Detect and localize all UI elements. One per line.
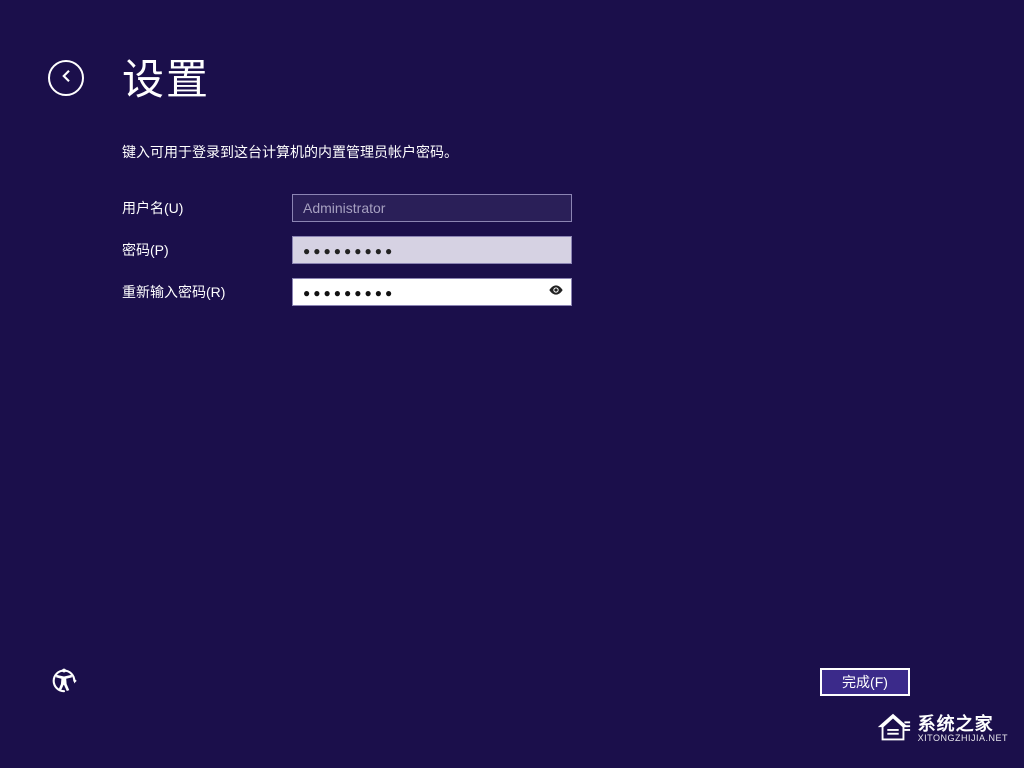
watermark: 系统之家 XITONGZHIJIA.NET	[874, 710, 1008, 748]
watermark-house-icon	[874, 710, 912, 748]
eye-icon	[548, 282, 564, 303]
settings-form: 用户名(U) 密码(P) 重新输入密码(R)	[122, 180, 722, 306]
confirm-password-label: 重新输入密码(R)	[122, 282, 292, 302]
confirm-password-input[interactable]	[292, 278, 572, 306]
watermark-main: 系统之家	[918, 715, 1008, 734]
confirm-password-row: 重新输入密码(R)	[122, 278, 722, 306]
watermark-text: 系统之家 XITONGZHIJIA.NET	[918, 715, 1008, 743]
ease-of-access-icon	[50, 666, 78, 699]
back-button[interactable]	[48, 60, 84, 96]
page-title: 设置	[122, 46, 210, 107]
password-field-wrap	[292, 236, 572, 264]
ease-of-access-button[interactable]	[48, 666, 80, 698]
username-input	[292, 194, 572, 222]
password-label: 密码(P)	[122, 240, 292, 260]
username-label: 用户名(U)	[122, 198, 292, 218]
reveal-password-button[interactable]	[546, 282, 566, 302]
password-row: 密码(P)	[122, 236, 722, 264]
password-input[interactable]	[292, 236, 572, 264]
finish-button[interactable]: 完成(F)	[820, 668, 910, 696]
arrow-left-icon	[57, 67, 75, 90]
username-row: 用户名(U)	[122, 194, 722, 222]
watermark-sub: XITONGZHIJIA.NET	[918, 734, 1008, 743]
username-field-wrap	[292, 194, 572, 222]
confirm-password-field-wrap	[292, 278, 572, 306]
instruction-text: 键入可用于登录到这台计算机的内置管理员帐户密码。	[122, 142, 458, 162]
